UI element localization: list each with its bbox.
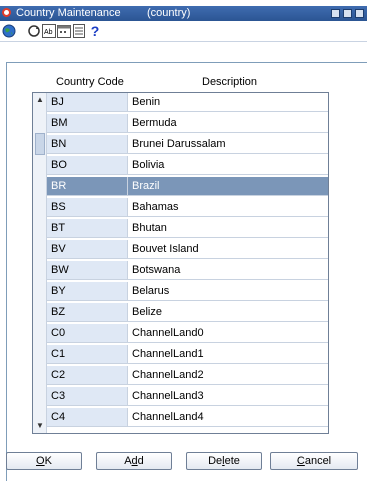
table-row[interactable]: BY Belarus	[33, 282, 328, 301]
country-code-cell[interactable]: BS	[47, 198, 128, 217]
description-cell[interactable]: Brazil	[128, 177, 328, 196]
description-cell[interactable]: Benin	[128, 93, 328, 112]
table-row[interactable]: BW Botswana	[33, 261, 328, 280]
oracle-logo-icon	[2, 8, 11, 17]
window-title: Country Maintenance	[16, 7, 121, 19]
column-header-description[interactable]: Description	[202, 76, 257, 88]
toolbar: Ab ?	[0, 21, 367, 42]
table-row[interactable]: BN Brunei Darussalam	[33, 135, 328, 154]
description-cell[interactable]: ChannelLand3	[128, 387, 328, 406]
minimize-icon[interactable]	[331, 9, 340, 18]
description-cell[interactable]: Bhutan	[128, 219, 328, 238]
country-code-cell[interactable]: BY	[47, 282, 128, 301]
country-code-cell[interactable]: BO	[47, 156, 128, 175]
country-code-cell[interactable]: C1	[47, 345, 128, 364]
table-row[interactable]: C4 ChannelLand4	[33, 408, 328, 427]
refresh-icon[interactable]	[27, 24, 41, 38]
table-row[interactable]: C2 ChannelLand2	[33, 366, 328, 385]
table-row[interactable]: BS Bahamas	[33, 198, 328, 217]
description-cell[interactable]: ChannelLand2	[128, 366, 328, 385]
country-code-cell[interactable]: C0	[47, 324, 128, 343]
description-cell[interactable]: Bermuda	[128, 114, 328, 133]
country-code-cell[interactable]: BJ	[47, 93, 128, 112]
country-code-cell[interactable]: BZ	[47, 303, 128, 322]
window-subtitle: (country)	[147, 7, 191, 19]
country-code-cell[interactable]: BN	[47, 135, 128, 154]
column-header-code[interactable]: Country Code	[56, 76, 124, 88]
svg-text:Ab: Ab	[44, 29, 53, 36]
table-row[interactable]: C0 ChannelLand0	[33, 324, 328, 343]
description-cell[interactable]: ChannelLand1	[128, 345, 328, 364]
description-cell[interactable]: Bouvet Island	[128, 240, 328, 259]
country-code-cell[interactable]: BT	[47, 219, 128, 238]
table-row[interactable]: BM Bermuda	[33, 114, 328, 133]
table-row[interactable]: BT Bhutan	[33, 219, 328, 238]
country-code-cell[interactable]: C3	[47, 387, 128, 406]
country-code-cell[interactable]: BV	[47, 240, 128, 259]
description-cell[interactable]: Botswana	[128, 261, 328, 280]
country-code-cell[interactable]: BM	[47, 114, 128, 133]
table-row[interactable]: C3 ChannelLand3	[33, 387, 328, 406]
delete-button[interactable]: Delete	[186, 452, 262, 470]
title-bar[interactable]: Country Maintenance (country)	[0, 6, 367, 21]
table-row[interactable]: BR Brazil	[33, 177, 328, 196]
table-row[interactable]: BV Bouvet Island	[33, 240, 328, 259]
country-grid: ▲ ▼ BJ Benin BM Bermuda BN Brunei Darussalam B…	[32, 92, 329, 434]
description-cell[interactable]: Belize	[128, 303, 328, 322]
table-row[interactable]: BJ Benin	[33, 93, 328, 112]
country-code-cell[interactable]: BR	[47, 177, 128, 196]
button-bar: OK Add Delete Cancel	[0, 452, 367, 474]
ok-button[interactable]: OK	[6, 452, 82, 470]
table-row[interactable]: BZ Belize	[33, 303, 328, 322]
table-row[interactable]: BO Bolivia	[33, 156, 328, 175]
country-maintenance-dialog: Country Code Description ▲ ▼ BJ Benin BM Be…	[0, 42, 367, 484]
help-icon[interactable]: ?	[88, 24, 102, 38]
table-row[interactable]: C1 ChannelLand1	[33, 345, 328, 364]
description-cell[interactable]: ChannelLand4	[128, 408, 328, 427]
cancel-button[interactable]: Cancel	[270, 452, 358, 470]
description-cell[interactable]: Bahamas	[128, 198, 328, 217]
maximize-icon[interactable]	[343, 9, 352, 18]
country-code-cell[interactable]: C2	[47, 366, 128, 385]
description-cell[interactable]: Bolivia	[128, 156, 328, 175]
country-code-cell[interactable]: C4	[47, 408, 128, 427]
calendar-icon[interactable]	[57, 24, 71, 38]
notepad-icon[interactable]	[72, 24, 86, 38]
country-code-cell[interactable]: BW	[47, 261, 128, 280]
description-cell[interactable]: ChannelLand0	[128, 324, 328, 343]
description-cell[interactable]: Brunei Darussalam	[128, 135, 328, 154]
description-cell[interactable]: Belarus	[128, 282, 328, 301]
close-icon[interactable]	[355, 9, 364, 18]
add-button[interactable]: Add	[96, 452, 172, 470]
globe-icon[interactable]	[2, 24, 16, 38]
abc-icon[interactable]: Ab	[42, 24, 56, 38]
